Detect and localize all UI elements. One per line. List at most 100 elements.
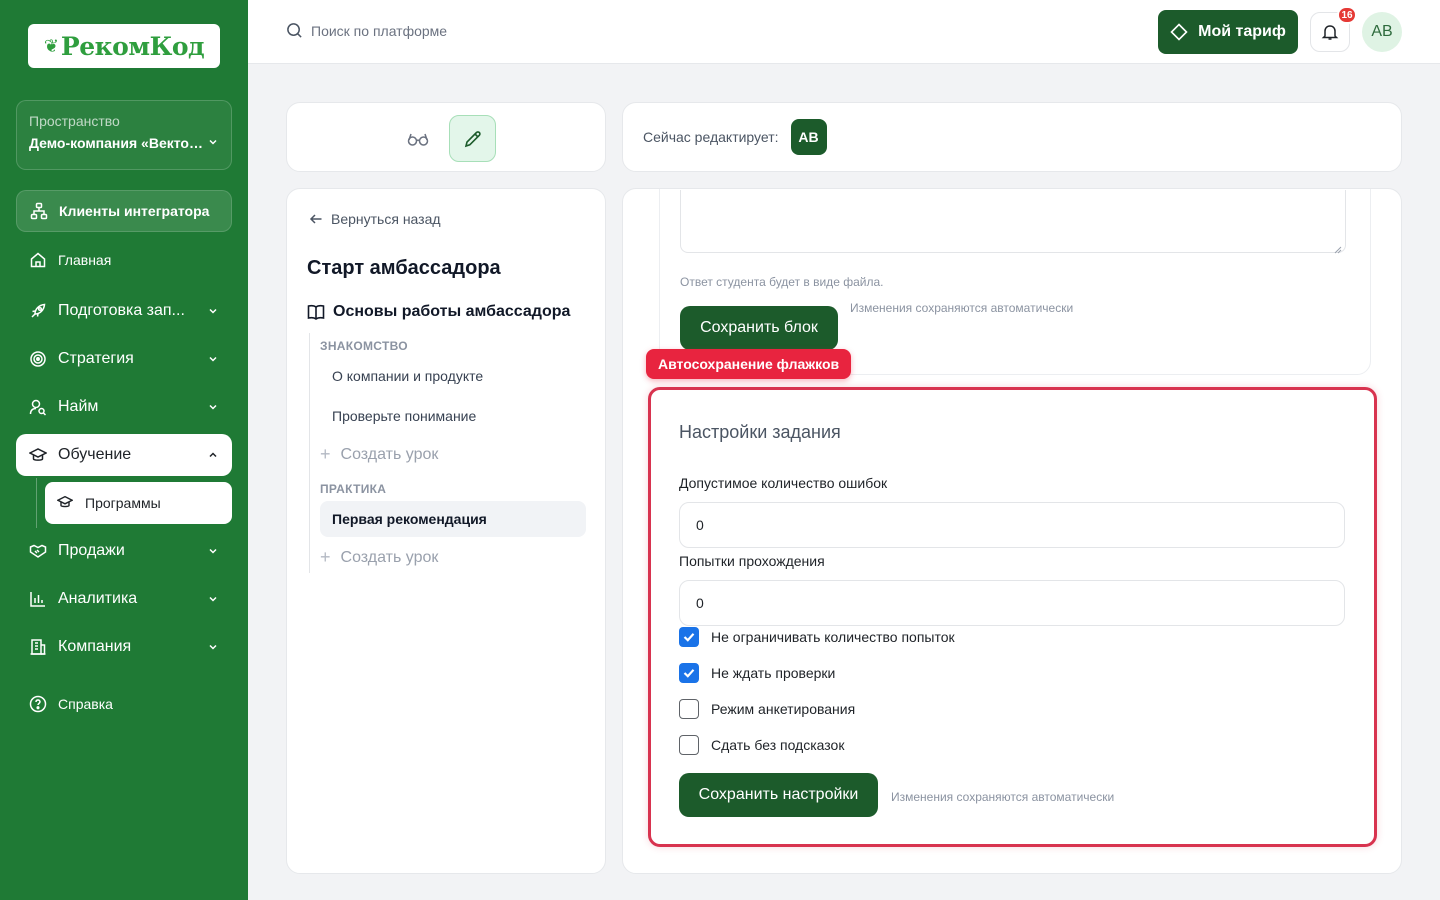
sidebar-item-help[interactable]: Справка	[16, 683, 232, 725]
save-block-button[interactable]: Сохранить блок	[680, 306, 838, 350]
sidebar-item-strategy[interactable]: Стратегия	[16, 338, 232, 380]
plus-icon: +	[320, 444, 331, 464]
sidebar-subitem-programs[interactable]: Программы	[45, 482, 232, 524]
attempts-label: Попытки прохождения	[679, 553, 825, 569]
checkbox-no-hints[interactable]: Сдать без подсказок	[679, 735, 844, 755]
checkbox-label: Режим анкетирования	[711, 701, 856, 717]
tree-line	[309, 333, 310, 573]
sidebar-item-hiring[interactable]: Найм	[16, 386, 232, 428]
space-label: Пространство	[29, 113, 120, 129]
space-value: Демо-компания «Векто…	[29, 135, 203, 151]
space-selector[interactable]: Пространство Демо-компания «Векто…	[16, 100, 232, 170]
sidebar-item-label: Компания	[58, 638, 132, 655]
bell-icon	[1321, 23, 1339, 41]
lesson-item[interactable]: О компании и продукте	[320, 358, 586, 394]
sidebar-item-analytics[interactable]: Аналитика	[16, 578, 232, 620]
section-label: ПРАКТИКА	[320, 482, 387, 496]
sidebar-item-training[interactable]: Обучение	[16, 434, 232, 476]
lesson-label: Первая рекомендация	[332, 511, 487, 527]
checkbox-unlimited-attempts[interactable]: Не ограничивать количество попыток	[679, 627, 955, 647]
errors-input[interactable]: 0	[679, 502, 1345, 548]
top-bar: Поиск по платформе Мой тариф 16 AB	[248, 0, 1440, 64]
my-tariff-button[interactable]: Мой тариф	[1158, 10, 1298, 54]
checkbox-label: Сдать без подсказок	[711, 737, 845, 753]
autosave-badge: Автосохранение флажков	[646, 349, 852, 379]
lesson-label: Проверьте понимание	[332, 408, 477, 424]
sidebar-item-label: Справка	[58, 696, 113, 712]
edit-mode-button[interactable]	[449, 115, 496, 162]
checkbox-no-wait-review[interactable]: Не ждать проверки	[679, 663, 835, 683]
sidebar-item-clients[interactable]: Клиенты интегратора	[16, 190, 232, 232]
search-placeholder: Поиск по платформе	[311, 22, 448, 39]
sidebar-item-label: Обучение	[58, 446, 132, 463]
course-title: Старт амбассадора	[307, 257, 501, 279]
create-lesson-button[interactable]: + Создать урок	[320, 547, 438, 568]
diamond-icon	[1170, 23, 1188, 41]
chevron-down-icon	[207, 135, 219, 151]
chevron-down-icon	[206, 544, 220, 558]
handshake-icon	[28, 541, 48, 561]
section-label: ЗНАКОМСТВО	[320, 339, 408, 353]
user-search-icon	[28, 397, 48, 417]
home-icon	[28, 250, 48, 270]
editing-label: Сейчас редактирует:	[643, 129, 779, 145]
rocket-icon	[28, 301, 48, 321]
sidebar-item-company[interactable]: Компания	[16, 626, 232, 668]
sidebar-item-label: Найм	[58, 398, 99, 415]
checkbox-survey-mode[interactable]: Режим анкетирования	[679, 699, 855, 719]
checkbox-checked-icon[interactable]	[679, 627, 699, 647]
checkbox-label: Не ограничивать количество попыток	[711, 629, 955, 645]
sidebar-item-sales[interactable]: Продажи	[16, 530, 232, 572]
back-link[interactable]: Вернуться назад	[309, 211, 441, 227]
search-icon	[286, 22, 303, 39]
graduation-cap-icon	[57, 494, 75, 512]
chevron-up-icon	[206, 448, 220, 462]
search-input[interactable]: Поиск по платформе	[286, 22, 447, 39]
editing-status: Сейчас редактирует: AB	[622, 102, 1402, 172]
settings-title: Настройки задания	[679, 422, 841, 442]
save-settings-button[interactable]: Сохранить настройки	[679, 773, 878, 817]
sidebar: ❦ РекомКод Пространство Демо-компания «В…	[0, 0, 248, 900]
building-icon	[28, 637, 48, 657]
module-label: Основы работы амбассадора	[333, 303, 571, 320]
arrow-left-icon	[309, 212, 323, 226]
logo-text: РекомКод	[60, 31, 205, 61]
create-lesson-label: Создать урок	[340, 445, 439, 463]
checkbox-checked-icon[interactable]	[679, 663, 699, 683]
logo[interactable]: ❦ РекомКод	[28, 24, 220, 68]
view-mode-button[interactable]	[405, 126, 431, 152]
user-avatar[interactable]: AB	[1362, 12, 1402, 52]
submenu-line	[36, 478, 37, 528]
sidebar-item-label: Клиенты интегратора	[59, 203, 210, 219]
checkbox-unchecked-icon[interactable]	[679, 735, 699, 755]
editor-avatar: AB	[790, 119, 827, 155]
attempts-input[interactable]: 0	[679, 580, 1345, 626]
chevron-down-icon	[206, 592, 220, 606]
task-settings: Настройки задания Допустимое количество …	[648, 387, 1377, 847]
create-lesson-label: Создать урок	[340, 548, 439, 566]
checkbox-unchecked-icon[interactable]	[679, 699, 699, 719]
glasses-icon	[407, 131, 429, 147]
sidebar-item-preparation[interactable]: Подготовка зап...	[16, 290, 232, 332]
checkbox-label: Не ждать проверки	[711, 665, 836, 681]
create-lesson-button[interactable]: + Создать урок	[320, 444, 438, 465]
chevron-down-icon	[206, 640, 220, 654]
chevron-down-icon	[206, 304, 220, 318]
sidebar-item-label: Аналитика	[58, 590, 138, 607]
help-circle-icon	[28, 694, 48, 714]
block-textarea[interactable]	[680, 190, 1346, 254]
lesson-item-active[interactable]: Первая рекомендация	[320, 501, 586, 537]
chevron-down-icon	[206, 352, 220, 366]
my-tariff-label: Мой тариф	[1198, 23, 1286, 40]
module-title[interactable]: Основы работы амбассадора	[307, 303, 570, 321]
attempts-value: 0	[696, 595, 704, 611]
resize-handle-icon[interactable]	[1334, 241, 1342, 254]
file-answer-block: Ответ студента будет в виде файла. Сохра…	[659, 189, 1371, 375]
book-icon	[307, 304, 325, 320]
leaf-icon: ❦	[43, 35, 59, 56]
hierarchy-icon	[29, 201, 49, 221]
graduation-cap-icon	[28, 445, 48, 465]
lesson-label: О компании и продукте	[332, 368, 484, 384]
lesson-item[interactable]: Проверьте понимание	[320, 398, 586, 434]
sidebar-item-home[interactable]: Главная	[16, 239, 232, 281]
